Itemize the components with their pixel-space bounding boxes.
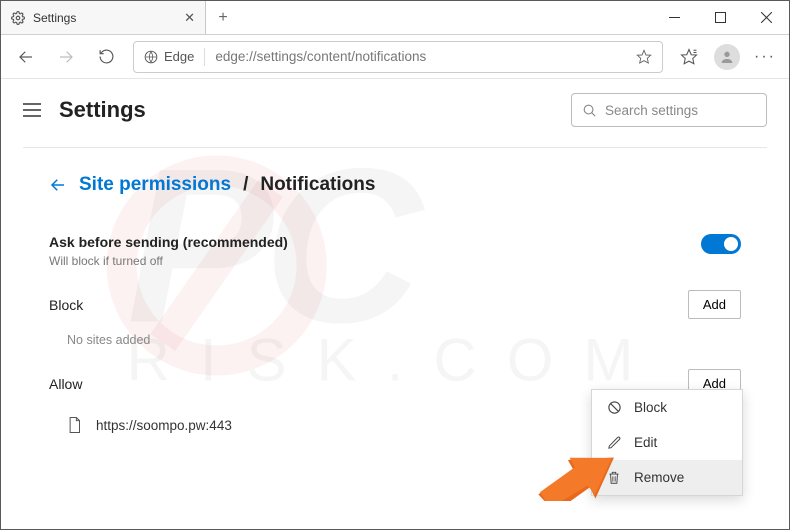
search-placeholder: Search settings: [605, 103, 698, 118]
site-context-menu: Block Edit Remove: [591, 389, 743, 496]
menu-item-label: Edit: [634, 435, 657, 450]
allow-title: Allow: [49, 376, 82, 392]
favorite-icon[interactable]: [636, 49, 652, 65]
page-title: Settings: [59, 97, 146, 123]
ask-title: Ask before sending (recommended): [49, 234, 288, 250]
browser-label: Edge: [164, 49, 194, 64]
separator: [204, 48, 205, 66]
window-minimize-button[interactable]: [651, 1, 697, 34]
ask-subtitle: Will block if turned off: [49, 254, 288, 268]
menu-icon[interactable]: [23, 103, 41, 117]
trash-icon: [606, 470, 622, 485]
allow-site-url: https://soompo.pw:443: [96, 418, 232, 433]
address-input[interactable]: Edge edge://settings/content/notificatio…: [133, 41, 663, 73]
search-icon: [582, 103, 597, 118]
block-add-button[interactable]: Add: [688, 290, 741, 319]
favorites-bar-icon[interactable]: [671, 48, 707, 66]
breadcrumb-current: Notifications: [260, 174, 375, 196]
ask-before-sending-row: Ask before sending (recommended) Will bl…: [49, 228, 741, 282]
browser-tab[interactable]: Settings ✕: [1, 1, 206, 34]
menu-item-label: Block: [634, 400, 667, 415]
page-icon: [67, 416, 82, 434]
nav-forward-button[interactable]: [47, 38, 85, 76]
settings-search-input[interactable]: Search settings: [571, 93, 767, 127]
menu-item-edit[interactable]: Edit: [592, 425, 742, 460]
nav-refresh-button[interactable]: [87, 38, 125, 76]
nav-back-button[interactable]: [7, 38, 45, 76]
block-empty-text: No sites added: [49, 319, 741, 365]
menu-item-block[interactable]: Block: [592, 390, 742, 425]
window-maximize-button[interactable]: [697, 1, 743, 34]
block-icon: [606, 400, 622, 415]
window-titlebar: Settings ✕ +: [1, 1, 789, 35]
tab-close-icon[interactable]: ✕: [184, 10, 195, 26]
menu-item-label: Remove: [634, 470, 684, 485]
block-title: Block: [49, 297, 83, 313]
app-menu-button[interactable]: ···: [747, 48, 783, 66]
breadcrumb-back-icon[interactable]: [49, 176, 67, 194]
breadcrumb-link[interactable]: Site permissions: [79, 174, 231, 196]
profile-button[interactable]: [709, 44, 745, 70]
address-bar: Edge edge://settings/content/notificatio…: [1, 35, 789, 79]
url-text: edge://settings/content/notifications: [215, 49, 626, 64]
page-header: Settings Search settings: [1, 79, 789, 147]
window-close-button[interactable]: [743, 1, 789, 34]
edge-logo-icon: [144, 50, 158, 64]
avatar-icon: [714, 44, 740, 70]
new-tab-button[interactable]: +: [206, 1, 240, 34]
edit-icon: [606, 435, 622, 450]
breadcrumb-separator: /: [243, 174, 248, 196]
window-controls: [651, 1, 789, 34]
tab-title: Settings: [33, 11, 176, 25]
breadcrumb: Site permissions / Notifications: [49, 174, 741, 196]
site-identity: Edge: [144, 49, 194, 64]
ask-toggle[interactable]: [701, 234, 741, 254]
gear-icon: [11, 11, 25, 25]
block-section-header: Block Add: [49, 290, 741, 319]
menu-item-remove[interactable]: Remove: [592, 460, 742, 495]
